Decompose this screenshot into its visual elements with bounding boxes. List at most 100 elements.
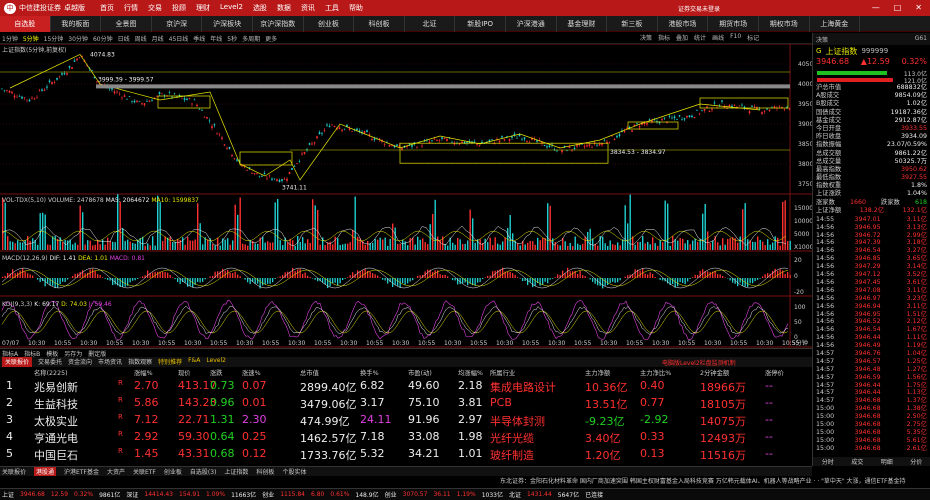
period-1[interactable]: 5分钟 <box>23 34 39 43</box>
nav-tab-12[interactable]: 新三板 <box>607 16 658 32</box>
menu-item-7[interactable]: 数据 <box>277 3 291 13</box>
col-header[interactable]: 均涨幅% <box>458 368 483 377</box>
nav-tab-2[interactable]: 全景图 <box>101 16 152 32</box>
detail-tab-4[interactable]: 指数观察 <box>128 357 152 367</box>
period-13[interactable]: 更多 <box>265 34 277 43</box>
chart-tool-4[interactable]: 画线 <box>712 33 724 42</box>
col-header[interactable]: 涨幅% <box>134 368 153 377</box>
period-11[interactable]: 5秒 <box>227 34 237 43</box>
detail-tab-0[interactable]: 关联报价 <box>2 357 33 367</box>
menu-item-6[interactable]: 选股 <box>253 3 267 13</box>
period-8[interactable]: 45日线 <box>169 34 189 43</box>
chart-tool-5[interactable]: F10 <box>730 33 741 42</box>
col-header[interactable]: 市盈(动) <box>408 368 432 377</box>
login-status[interactable]: 证券交易未登录 <box>678 4 720 13</box>
col-header[interactable]: 主力净比% <box>640 368 671 377</box>
section-tab-9[interactable]: 个股实体 <box>282 467 306 476</box>
section-tab-3[interactable]: 大资产 <box>107 467 125 476</box>
detail-tab-3[interactable]: 市场资讯 <box>98 357 122 367</box>
section-tab-4[interactable]: 关联ETF <box>133 467 156 476</box>
period-5[interactable]: 日线 <box>118 34 130 43</box>
detail-tab-6[interactable]: F&A <box>188 357 200 367</box>
col-header[interactable]: 现价 <box>178 368 191 377</box>
table-row[interactable]: 1 兆易创新 R 2.70 413.17 0.73 0.07 2899.40亿 6.82 49.6… <box>0 377 812 394</box>
period-3[interactable]: 30分钟 <box>68 34 88 43</box>
indicator-tab-0[interactable]: 指标A <box>2 349 18 358</box>
table-row[interactable]: 3 太极实业 R 7.12 22.71 1.31 2.30 474.99亿 24.11 91.96… <box>0 411 812 428</box>
detail-tab-7[interactable]: Level2 <box>206 357 226 367</box>
col-header[interactable]: 涨跌 <box>210 368 223 377</box>
col-header[interactable]: 主力净额 <box>585 368 610 377</box>
indicator-tab-4[interactable]: 删定版 <box>88 349 106 358</box>
col-header[interactable]: 名称(2225) <box>34 368 68 377</box>
menu-item-1[interactable]: 行情 <box>124 3 138 13</box>
nav-tab-10[interactable]: 沪深港通 <box>506 16 557 32</box>
maximize-button[interactable]: □ <box>894 3 902 12</box>
nav-tab-9[interactable]: 新股IPO <box>455 16 506 32</box>
quote-tab-2[interactable]: 明细 <box>881 457 893 466</box>
nav-tab-1[interactable]: 我的板面 <box>51 16 102 32</box>
section-tab-2[interactable]: 沪港ETF基金 <box>64 467 99 476</box>
detail-tab-5[interactable]: 特别推荐 <box>158 357 182 367</box>
quote-panel-mode[interactable]: 决策 <box>816 35 828 44</box>
nav-tab-15[interactable]: 期权市场 <box>759 16 810 32</box>
close-button[interactable]: ✕ <box>915 3 922 12</box>
indicator-tab-2[interactable]: 模板 <box>46 349 58 358</box>
section-tab-6[interactable]: 自选股(3) <box>190 467 217 476</box>
section-tab-7[interactable]: 上证指数 <box>224 467 248 476</box>
col-header[interactable]: 所属行业 <box>490 368 515 377</box>
nav-tab-0[interactable]: 自选股 <box>0 16 51 32</box>
detail-tab-2[interactable]: 资金流向 <box>68 357 92 367</box>
menu-item-9[interactable]: 工具 <box>325 3 339 13</box>
section-tab-1[interactable]: 港股通 <box>34 467 57 476</box>
nav-tab-4[interactable]: 沪深板块 <box>202 16 253 32</box>
col-header[interactable]: 涨停价 <box>765 368 784 377</box>
nav-tab-6[interactable]: 创业板 <box>304 16 355 32</box>
table-row[interactable]: 2 生益科技 R 5.86 143.23 0.96 0.01 3479.06亿 3.17 75.1… <box>0 394 812 411</box>
period-7[interactable]: 月线 <box>152 34 164 43</box>
detail-tab-1[interactable]: 交易委托 <box>38 357 62 367</box>
minimize-button[interactable]: — <box>872 3 880 12</box>
quote-tab-1[interactable]: 成交 <box>851 457 863 466</box>
period-6[interactable]: 周线 <box>135 34 147 43</box>
section-tab-8[interactable]: 科创板 <box>256 467 274 476</box>
period-12[interactable]: 多周期 <box>242 34 260 43</box>
table-row[interactable]: 5 中国巨石 R 1.45 43.31 0.68 0.12 1733.76亿 5.32 34.21… <box>0 445 812 462</box>
nav-tab-16[interactable]: 上海黄金 <box>810 16 861 32</box>
col-header[interactable]: 总市值 <box>300 368 319 377</box>
period-9[interactable]: 季线 <box>193 34 205 43</box>
nav-tab-8[interactable]: 北证 <box>405 16 456 32</box>
nav-tab-5[interactable]: 京沪深指数 <box>253 16 304 32</box>
indicator-tab-3[interactable]: 另存为 <box>64 349 82 358</box>
indicator-tab-1[interactable]: 指标B <box>24 349 40 358</box>
period-10[interactable]: 年线 <box>210 34 222 43</box>
col-header[interactable]: 涨速% <box>242 368 261 377</box>
menu-item-4[interactable]: 理财 <box>196 3 210 13</box>
kline-chart-area[interactable]: 4050 4000 3950 3900 3850 3800 3750 4074.83 3999.… <box>0 44 812 349</box>
table-row[interactable]: 4 亨通光电 R 2.92 59.30 0.64 0.25 1462.57亿 7.18 33.08… <box>0 428 812 445</box>
menu-item-10[interactable]: 帮助 <box>349 3 363 13</box>
col-header[interactable]: 换手% <box>360 368 379 377</box>
menu-item-2[interactable]: 交易 <box>148 3 162 13</box>
quote-tab-0[interactable]: 分时 <box>822 457 834 466</box>
chart-tool-1[interactable]: 指标 <box>658 33 670 42</box>
level2-notice[interactable]: 电脑版Level2栏盘监测机制 <box>662 358 736 367</box>
nav-tab-11[interactable]: 基金理财 <box>557 16 608 32</box>
period-2[interactable]: 15分钟 <box>44 34 64 43</box>
period-4[interactable]: 60分钟 <box>93 34 113 43</box>
section-tab-5[interactable]: 创业板 <box>164 467 182 476</box>
chart-tool-3[interactable]: 统计 <box>694 33 706 42</box>
section-tab-0[interactable]: 关联报价 <box>2 467 26 476</box>
nav-tab-14[interactable]: 期货市场 <box>708 16 759 32</box>
nav-tab-7[interactable]: 科创板 <box>354 16 405 32</box>
news-ticker[interactable]: 东北证券：金阳石化材料革命 国内厂商加速突围 韩国主权财富基金入局科技竞赛 万亿… <box>500 476 905 485</box>
col-header[interactable]: 2分钟金额 <box>700 368 729 377</box>
tick-list[interactable]: 14:55 3947.01 3.11亿 14:56 3946.95 3.13亿 14:56 3… <box>813 216 930 453</box>
menu-item-0[interactable]: 首页 <box>100 3 114 13</box>
nav-tab-13[interactable]: 港股市场 <box>658 16 709 32</box>
chart-tool-2[interactable]: 叠加 <box>676 33 688 42</box>
quote-tab-3[interactable]: 分价 <box>910 457 922 466</box>
menu-item-3[interactable]: 投顾 <box>172 3 186 13</box>
chart-tool-0[interactable]: 决策 <box>640 33 652 42</box>
menu-item-8[interactable]: 资讯 <box>301 3 315 13</box>
